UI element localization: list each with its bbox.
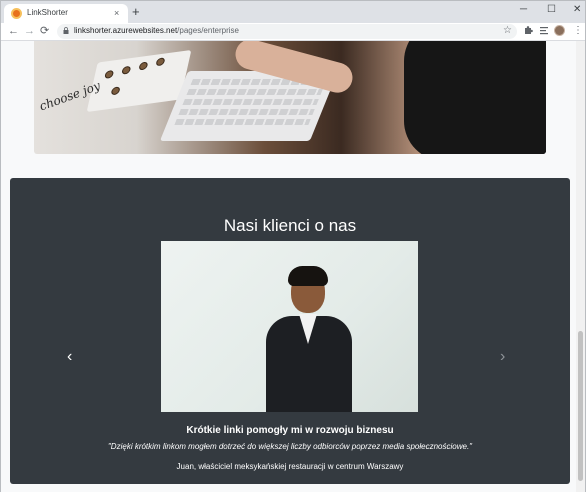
url-text: linkshorter.azurewebsites.net/pages/ente… — [74, 26, 239, 35]
minimize-button[interactable]: ─ — [520, 3, 527, 17]
reload-button[interactable]: ⟳ — [40, 25, 49, 38]
knob-icon — [121, 65, 132, 75]
close-window-button[interactable]: ✕ — [573, 3, 581, 17]
knob-icon — [155, 57, 166, 67]
key-row — [186, 89, 323, 95]
shirt-illustration — [404, 41, 546, 154]
key-row — [182, 99, 319, 105]
back-button[interactable]: ← — [8, 25, 19, 38]
section-title: Nasi klienci o nas — [223, 216, 357, 235]
tab-title: LinkShorter — [27, 8, 68, 17]
browser-toolbar: ← → ⟳ linkshorter.azurewebsites.net/page… — [1, 23, 585, 41]
testimonial-photo — [161, 241, 418, 412]
reading-list-icon[interactable] — [539, 25, 549, 36]
testimonial-quote: "Dzięki krótkim linkom mogłem dotrzeć do… — [107, 442, 473, 451]
scrollbar-thumb[interactable] — [578, 331, 583, 481]
address-bar[interactable]: linkshorter.azurewebsites.net/pages/ente… — [57, 24, 517, 39]
carousel-prev-icon[interactable]: ‹ — [67, 349, 72, 365]
forward-button[interactable]: → — [24, 25, 35, 38]
bookmark-star-icon[interactable]: ☆ — [503, 24, 512, 38]
tab-strip: LinkShorter × + ─ ☐ ✕ — [1, 1, 585, 23]
knob-icon — [138, 61, 149, 71]
url-host: linkshorter.azurewebsites.net — [74, 26, 178, 35]
favicon-icon — [11, 8, 22, 19]
key-row — [178, 109, 315, 115]
tab-linkshorter[interactable]: LinkShorter × — [4, 4, 128, 23]
new-tab-button[interactable]: + — [132, 5, 140, 18]
testimonial-author: Juan, właściciel meksykańskiej restaurac… — [176, 462, 404, 471]
browser-menu-icon[interactable]: ⋮ — [573, 25, 583, 37]
browser-window: LinkShorter × + ─ ☐ ✕ ← → ⟳ linkshorter.… — [0, 0, 586, 492]
maximize-button[interactable]: ☐ — [547, 3, 556, 17]
person-hair — [288, 266, 328, 286]
key-row — [174, 119, 311, 125]
knob-icon — [104, 69, 115, 79]
testimonials-section: Nasi klienci o nas ‹ › Krótkie linki pom… — [10, 178, 570, 484]
hero-image: choose joy — [34, 41, 546, 154]
lock-icon — [63, 27, 69, 34]
knob-icon — [110, 86, 121, 96]
tab-close-icon[interactable]: × — [114, 7, 119, 19]
extensions-puzzle-icon[interactable] — [523, 25, 533, 36]
page-viewport: choose joy Nasi klienci o nas ‹ › Krótki… — [1, 41, 576, 492]
testimonial-heading: Krótkie linki pomogły mi w rozwoju bizne… — [186, 425, 394, 436]
url-path: /pages/enterprise — [177, 26, 239, 35]
profile-avatar[interactable] — [554, 25, 565, 36]
carousel-next-icon[interactable]: › — [500, 349, 505, 365]
page-scrollbar[interactable] — [576, 41, 585, 492]
